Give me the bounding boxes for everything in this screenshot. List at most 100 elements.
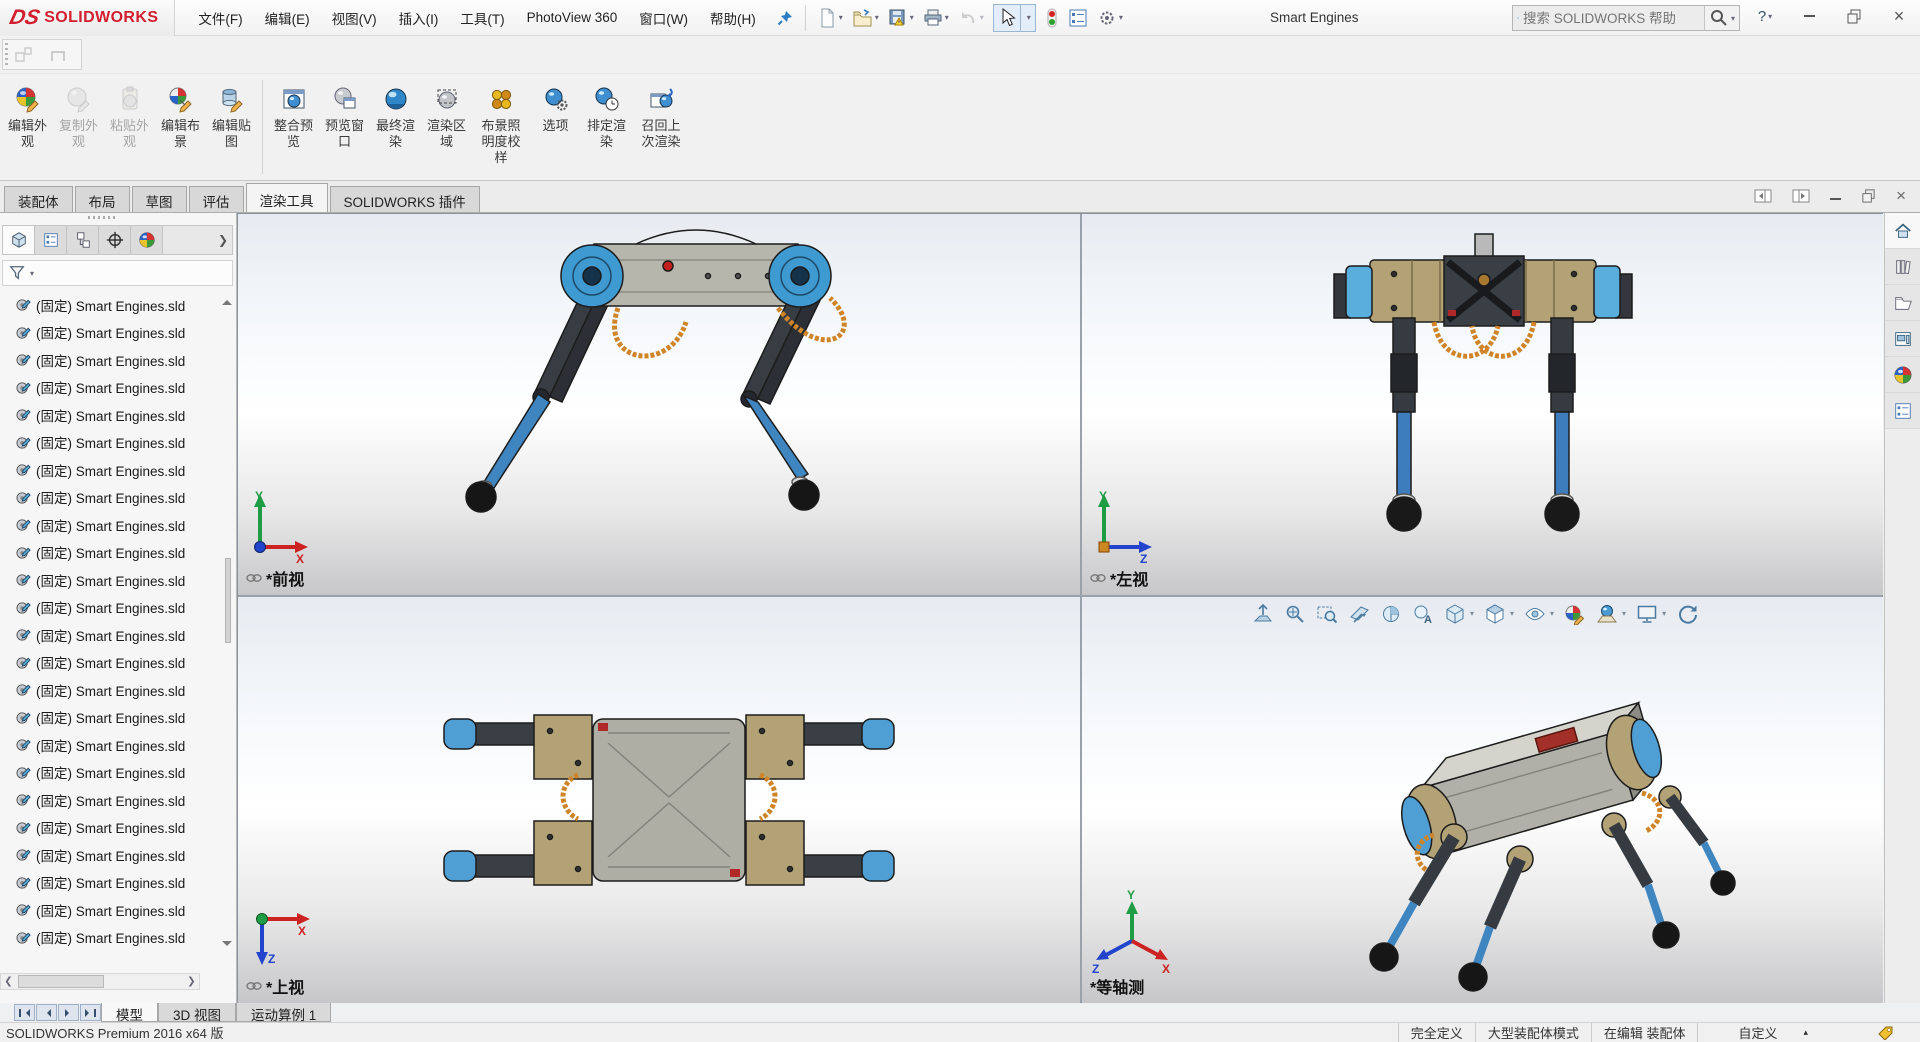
panel-grip[interactable] xyxy=(88,216,118,219)
feature-manager-tab[interactable] xyxy=(3,226,35,254)
menu-item[interactable]: PhotoView 360 xyxy=(516,2,629,33)
tree-item[interactable]: (固定) Smart Engines.sld xyxy=(2,429,222,457)
search-input[interactable] xyxy=(1519,11,1704,26)
filter-dropdown-icon[interactable]: ▾ xyxy=(30,269,34,278)
menu-item[interactable]: 工具(T) xyxy=(449,0,515,36)
tree-item[interactable]: (固定) Smart Engines.sld xyxy=(2,456,222,484)
tree-item[interactable]: (固定) Smart Engines.sld xyxy=(2,291,222,319)
search-magnifier-icon[interactable]: ▾ xyxy=(1704,6,1739,30)
minimize-icon[interactable] xyxy=(1797,4,1823,28)
viewport-front[interactable]: Y X *前视 xyxy=(238,214,1080,595)
tree-item[interactable]: (固定) Smart Engines.sld xyxy=(2,566,222,594)
tree-scroll-down-icon[interactable] xyxy=(222,941,232,951)
select-cursor-icon[interactable] xyxy=(994,5,1020,31)
prev-tab-icon[interactable] xyxy=(36,1004,57,1021)
tree-item[interactable]: (固定) Smart Engines.sld xyxy=(2,511,222,539)
edit-appearance-button[interactable]: 编辑外观 xyxy=(2,80,53,150)
tree-item[interactable]: (固定) Smart Engines.sld xyxy=(2,676,222,704)
menu-item[interactable]: 视图(V) xyxy=(321,0,388,36)
close-icon[interactable]: × xyxy=(1886,4,1912,28)
menu-item[interactable]: 窗口(W) xyxy=(628,0,699,36)
file-explorer-icon[interactable] xyxy=(1885,285,1920,321)
tree-item[interactable]: (固定) Smart Engines.sld xyxy=(2,539,222,567)
tab-model[interactable]: 模型 xyxy=(101,1003,158,1022)
panel-expand-icon[interactable]: ❯ xyxy=(214,226,232,254)
tab-motion-study[interactable]: 运动算例 1 xyxy=(236,1003,331,1022)
viewport-close-icon[interactable]: × xyxy=(1896,187,1906,204)
custom-properties-icon[interactable] xyxy=(1885,393,1920,429)
tree-item[interactable]: (固定) Smart Engines.sld xyxy=(2,704,222,732)
appearances-scenes-icon[interactable] xyxy=(1885,357,1920,393)
tree-item[interactable]: (固定) Smart Engines.sld xyxy=(2,319,222,347)
tree-scroll-up-icon[interactable] xyxy=(222,295,232,305)
configuration-manager-tab[interactable] xyxy=(67,226,99,254)
new-document-icon[interactable]: ▾ xyxy=(814,5,846,31)
dimxpert-manager-tab[interactable] xyxy=(99,226,131,254)
render-region-button[interactable]: 渲染区域 xyxy=(421,80,472,150)
schedule-render-button[interactable]: 排定渲染 xyxy=(581,80,632,150)
menu-item[interactable]: 帮助(H) xyxy=(699,0,767,36)
tree-item[interactable]: (固定) Smart Engines.sld xyxy=(2,621,222,649)
print-icon[interactable]: ▾ xyxy=(920,5,952,31)
toolbar-grip[interactable] xyxy=(5,43,8,66)
stoplight-icon[interactable] xyxy=(1042,5,1062,31)
tree-item[interactable]: (固定) Smart Engines.sld xyxy=(2,786,222,814)
tag-icon[interactable] xyxy=(1878,1025,1894,1040)
tree-item[interactable]: (固定) Smart Engines.sld xyxy=(2,346,222,374)
menu-item[interactable]: 编辑(E) xyxy=(254,0,321,36)
display-manager-tab[interactable] xyxy=(131,226,163,254)
command-list-icon[interactable] xyxy=(1065,5,1091,31)
restore-icon[interactable] xyxy=(1841,4,1867,28)
tab-3d-views[interactable]: 3D 视图 xyxy=(158,1003,236,1022)
design-library-icon[interactable] xyxy=(1885,249,1920,285)
view-palette-icon[interactable] xyxy=(1885,321,1920,357)
tree-item[interactable]: (固定) Smart Engines.sld xyxy=(2,924,222,952)
select-cursor-button[interactable]: ▾ xyxy=(993,4,1036,32)
tree-item[interactable]: (固定) Smart Engines.sld xyxy=(2,814,222,842)
viewport-left[interactable]: Y Z *左视 xyxy=(1082,214,1883,595)
settings-gear-icon[interactable]: ▾ xyxy=(1094,5,1126,31)
tree-horizontal-scrollbar[interactable]: ❮ ❯ xyxy=(0,973,200,990)
open-icon[interactable]: ▾ xyxy=(849,5,882,31)
integrated-preview-button[interactable]: 整合预览 xyxy=(268,80,319,150)
viewport-top[interactable]: X Z *上视 xyxy=(238,597,1080,1003)
hscroll-thumb[interactable] xyxy=(18,975,104,988)
recall-last-render-button[interactable]: 召回上次渲染 xyxy=(632,80,690,150)
save-icon[interactable]: ▾ xyxy=(885,5,917,31)
tab-sketch[interactable]: 草图 xyxy=(132,186,187,212)
scene-illumination-proof-button[interactable]: 布景照明度校样 xyxy=(472,80,530,166)
tree-item[interactable]: (固定) Smart Engines.sld xyxy=(2,731,222,759)
viewport-restore-icon[interactable] xyxy=(1861,188,1876,203)
search-box[interactable]: ? ▾ xyxy=(1512,5,1740,31)
select-cursor-dropdown[interactable]: ▾ xyxy=(1020,5,1035,31)
preview-window-button[interactable]: 预览窗口 xyxy=(319,80,370,150)
first-tab-icon[interactable] xyxy=(14,1004,35,1021)
hscroll-left-icon[interactable]: ❮ xyxy=(1,974,16,989)
render-options-button[interactable]: 选项 xyxy=(530,80,581,134)
tab-assembly[interactable]: 装配体 xyxy=(4,186,73,212)
tab-layout[interactable]: 布局 xyxy=(75,186,130,212)
final-render-button[interactable]: 最终渲染 xyxy=(370,80,421,150)
viewport-isometric[interactable]: A ▾ ▾ ▾ ▾ ▾ xyxy=(1082,597,1883,1003)
menu-item[interactable]: 插入(I) xyxy=(388,0,450,36)
tree-item[interactable]: (固定) Smart Engines.sld xyxy=(2,594,222,622)
last-tab-icon[interactable] xyxy=(80,1004,101,1021)
pin-icon[interactable] xyxy=(773,6,797,30)
tree-item[interactable]: (固定) Smart Engines.sld xyxy=(2,896,222,924)
tree-item[interactable]: (固定) Smart Engines.sld xyxy=(2,484,222,512)
tab-solidworks-addins[interactable]: SOLIDWORKS 插件 xyxy=(330,186,480,212)
tree-item[interactable]: (固定) Smart Engines.sld xyxy=(2,649,222,677)
tree-scrollbar-thumb[interactable] xyxy=(225,558,231,643)
help-icon[interactable]: ?▾ xyxy=(1752,4,1778,28)
tree-item[interactable]: (固定) Smart Engines.sld xyxy=(2,374,222,402)
tree-item[interactable]: (固定) Smart Engines.sld xyxy=(2,401,222,429)
edit-scene-button[interactable]: 编辑布景 xyxy=(155,80,206,150)
custom-expand-icon[interactable]: ▴ xyxy=(1803,1027,1808,1038)
custom-status[interactable]: 自定义 ▴ xyxy=(1697,1023,1818,1042)
menu-item[interactable]: 文件(F) xyxy=(187,0,253,36)
hscroll-right-icon[interactable]: ❯ xyxy=(184,974,199,989)
pane-previous-icon[interactable] xyxy=(1754,188,1772,204)
tree-item[interactable]: (固定) Smart Engines.sld xyxy=(2,869,222,897)
tree-item[interactable]: (固定) Smart Engines.sld xyxy=(2,759,222,787)
tab-evaluate[interactable]: 评估 xyxy=(189,186,244,212)
